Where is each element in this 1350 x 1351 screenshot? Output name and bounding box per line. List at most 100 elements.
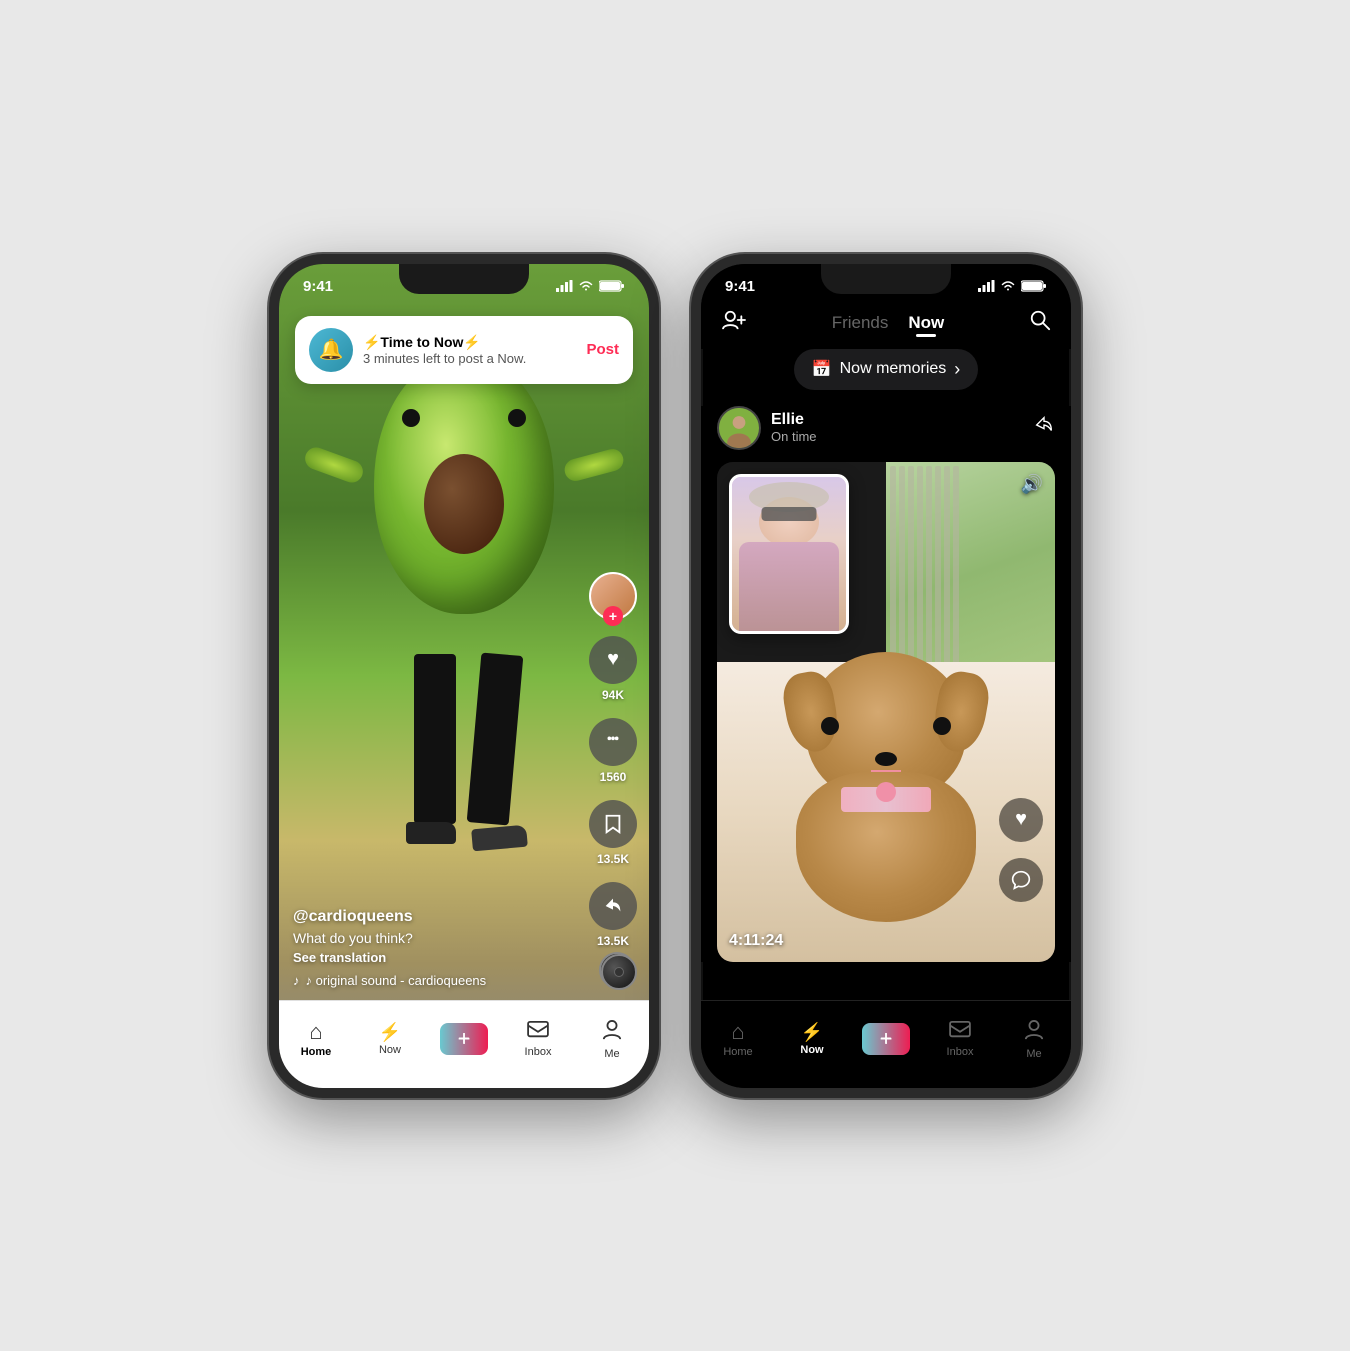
now-tab[interactable]: Now [908,313,944,333]
creator-avatar-item[interactable] [589,572,637,620]
feed-info: @cardioqueens What do you think? See tra… [293,908,579,988]
calendar-icon: 📅 [812,359,832,379]
profile-icon-1 [602,1019,622,1045]
time-2: 9:41 [725,278,755,295]
post-button[interactable]: Post [586,341,619,358]
sound-icon[interactable]: 🔊 [1021,474,1043,495]
nav-inbox-2[interactable]: Inbox [923,1021,997,1058]
notification-banner[interactable]: 🔔 ⚡Time to Now⚡ 3 minutes left to post a… [295,316,633,384]
signal-icon-1 [556,280,573,292]
notif-text: ⚡Time to Now⚡ 3 minutes left to post a N… [363,334,576,366]
wifi-icon-1 [578,280,594,292]
plus-button-1[interactable]: + [440,1023,488,1055]
plus-icon-2: + [880,1028,892,1051]
battery-icon-2 [1021,280,1047,292]
inbox-icon-2 [949,1021,971,1043]
signal-icon-2 [978,280,995,292]
friends-tab[interactable]: Friends [832,313,889,333]
nav-home-1[interactable]: ⌂ Home [279,1021,353,1058]
bottom-nav-1: ⌂ Home ⚡ Now + Inbox [279,1000,649,1088]
notif-subtitle: 3 minutes left to post a Now. [363,351,576,366]
comment-icon [589,718,637,766]
user-text: Ellie On time [771,411,817,444]
wifi-icon-2 [1000,280,1016,292]
inbox-icon-1 [527,1021,549,1043]
now-user-row: Ellie On time [717,406,1055,450]
phone-2: 9:41 [691,254,1081,1098]
avatar-image [719,406,759,450]
nav-inbox-1[interactable]: Inbox [501,1021,575,1058]
now-icon-1: ⚡ [379,1023,401,1041]
now-post-area: Ellie On time [701,406,1071,962]
bookmark-action[interactable]: 13.5K [589,800,637,866]
memories-label: Now memories [840,360,947,378]
now-username: Ellie [771,411,817,429]
profile-icon-2 [1024,1019,1044,1045]
add-friend-icon [721,309,747,331]
now-memories-pill[interactable]: 📅 Now memories › [794,349,979,390]
now-timestamp: 4:11:24 [729,932,783,950]
nav-home-label-2: Home [723,1046,752,1058]
search-button[interactable] [1029,309,1051,337]
sound-disc [599,952,635,988]
like-count: 94K [602,688,624,702]
selfie-thumbnail [729,474,849,634]
nav-plus-2[interactable]: + [849,1023,923,1055]
nav-me-1[interactable]: Me [575,1019,649,1060]
feed-caption: What do you think? [293,930,579,946]
nav-home-2[interactable]: ⌂ Home [701,1021,775,1058]
now-share-icon [1033,414,1055,436]
search-icon [1029,309,1051,331]
avocado-figure [334,324,594,904]
plus-button-2[interactable]: + [862,1023,910,1055]
comment-action[interactable]: 1560 [589,718,637,784]
status-bar-2: 9:41 [701,264,1071,301]
now-status: On time [771,429,817,444]
like-action[interactable]: ♥ 94K [589,636,637,702]
nav-inbox-label-1: Inbox [525,1046,552,1058]
status-icons-2 [978,280,1047,292]
now-user-info: Ellie On time [717,406,817,450]
feed-sound: ♪ ♪ original sound - cardioqueens [293,973,579,988]
comment-bubble-icon [1011,870,1031,890]
feed-username: @cardioqueens [293,908,579,926]
share-icon [589,882,637,930]
now-photo-container: 🔊 4:11:24 ♥ [717,462,1055,962]
add-friend-button[interactable] [721,309,747,337]
nav-me-label-1: Me [604,1048,619,1060]
now-share-button[interactable] [1033,414,1055,442]
feed-actions: ♥ 94K 1560 13.5K [589,572,637,948]
heart-icon: ♥ [589,636,637,684]
now-avatar [717,406,761,450]
dog [776,652,996,932]
sound-text: ♪ original sound - cardioqueens [306,973,487,988]
bookmark-count: 13.5K [597,852,629,866]
bookmark-icon [589,800,637,848]
nav-me-2[interactable]: Me [997,1019,1071,1060]
bottom-nav-2: ⌂ Home ⚡ Now + Inbox [701,1000,1071,1088]
nav-home-label-1: Home [301,1046,332,1058]
home-icon-2: ⌂ [731,1021,744,1043]
notif-title: ⚡Time to Now⚡ [363,334,576,351]
share-action[interactable]: 13.5K [589,882,637,948]
time-1: 9:41 [303,278,333,295]
see-translation[interactable]: See translation [293,950,579,965]
comment-photo-button[interactable] [999,858,1043,902]
share-count: 13.5K [597,934,629,948]
notif-bell-icon: 🔔 [309,328,353,372]
battery-icon-1 [599,280,625,292]
now-tabs: Friends Now [832,313,945,333]
like-photo-button[interactable]: ♥ [999,798,1043,842]
comment-count: 1560 [600,770,627,784]
nav-now-label-2: Now [800,1044,823,1056]
nav-now-2[interactable]: ⚡ Now [775,1023,849,1056]
status-icons-1 [556,280,625,292]
nav-now-label-1: Now [379,1044,401,1056]
nav-now-1[interactable]: ⚡ Now [353,1023,427,1056]
photo-actions: ♥ [999,798,1043,902]
nav-plus-1[interactable]: + [427,1023,501,1055]
nav-me-label-2: Me [1026,1048,1041,1060]
plus-icon-1: + [458,1028,470,1051]
status-bar-1: 9:41 [279,264,649,301]
phone-1: 9:41 [269,254,659,1098]
